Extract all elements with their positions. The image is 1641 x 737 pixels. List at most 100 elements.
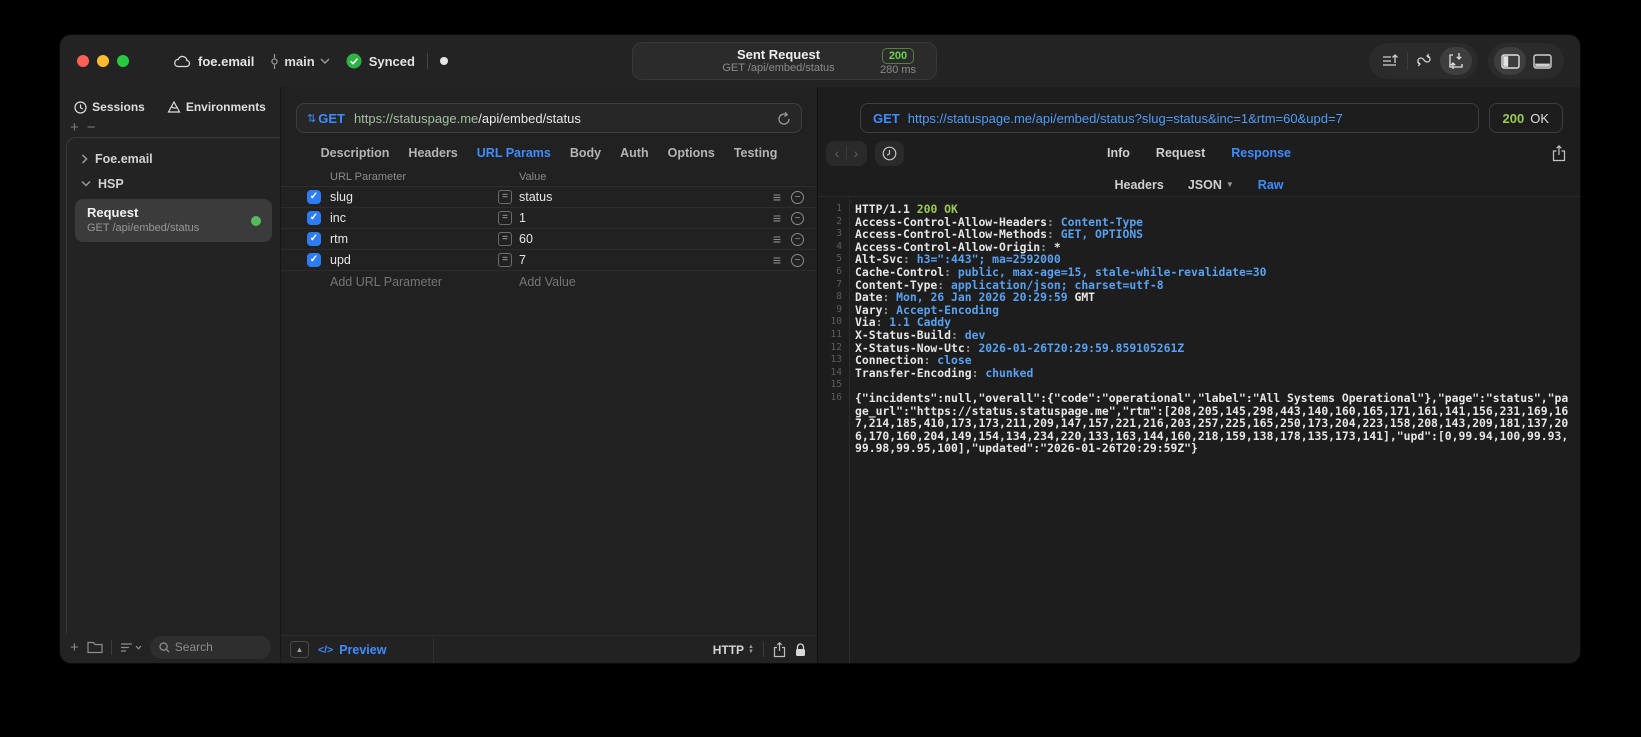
param-name-input[interactable]: slug [330, 190, 353, 204]
param-checkbox[interactable]: ✓ [307, 190, 321, 204]
tab-environments-label: Environments [185, 100, 266, 114]
new-request-button[interactable]: + [70, 640, 79, 655]
project-menu[interactable]: foe.email [173, 54, 254, 69]
sidebar-search[interactable] [149, 635, 271, 659]
param-value-input[interactable]: 60 [519, 232, 533, 246]
param-name-input[interactable]: upd [330, 253, 351, 267]
request-url-path[interactable]: /api/embed/status [478, 111, 581, 126]
history-icon [74, 100, 87, 114]
requests-list-button[interactable] [1375, 47, 1407, 75]
request-url-host[interactable]: https://statuspage.me [354, 111, 478, 126]
request-summary-pill[interactable]: Sent Request GET /api/embed/status 200 2… [632, 42, 937, 80]
response-panel: GET https://statuspage.me/api/embed/stat… [818, 87, 1580, 663]
response-line: 16 {"incidents":null,"overall":{"code":"o… [830, 390, 1569, 456]
preview-button[interactable]: </> Preview [318, 643, 386, 657]
param-value-input[interactable]: 7 [519, 253, 526, 267]
response-status-text: OK [1530, 110, 1549, 126]
params-header-row: URL Parameter Value [281, 171, 817, 187]
import-export-button[interactable] [1440, 47, 1472, 75]
remove-row-icon[interactable]: − [791, 232, 804, 246]
tab-environments[interactable]: Environments [167, 100, 266, 114]
method-stepper-icon[interactable]: ⇅ [307, 112, 316, 125]
tree-item-hsp[interactable]: HSP [67, 171, 280, 196]
add-param-value-placeholder[interactable]: Add Value [519, 275, 576, 289]
tab-headers[interactable]: Headers [408, 146, 457, 160]
response-subtab-headers[interactable]: Headers [1114, 178, 1163, 192]
response-subtab-json[interactable]: JSON ▼ [1188, 178, 1234, 192]
sent-request-url[interactable]: GET https://statuspage.me/api/embed/stat… [860, 103, 1479, 133]
branch-name: main [284, 53, 315, 69]
add-session-button[interactable]: + [70, 119, 87, 136]
param-row-inc: ✓ inc = 1 ≡ − [281, 208, 817, 229]
app-body: Sessions Environments +− Foe.email HSP R… [60, 87, 1580, 663]
close-window-button[interactable] [77, 55, 89, 67]
sidebar-left-icon [1500, 53, 1520, 69]
reload-icon[interactable] [777, 111, 791, 126]
cloud-icon [173, 55, 191, 68]
response-tab-info[interactable]: Info [1107, 146, 1130, 160]
response-subtab-raw[interactable]: Raw [1258, 178, 1284, 192]
param-value-input[interactable]: status [519, 190, 552, 204]
sent-url: https://statuspage.me/api/embed/status?s… [907, 110, 1343, 126]
code-icon: </> [318, 643, 334, 656]
sync-branches-button[interactable] [1408, 47, 1440, 75]
response-body[interactable]: 1 HTTP/1.1 200 OK 2 Access-Control-Allow-He… [818, 197, 1580, 663]
tab-body[interactable]: Body [570, 146, 601, 160]
sidebar-add-remove: +− [70, 119, 104, 136]
tab-auth[interactable]: Auth [620, 146, 648, 160]
url-params-table: URL Parameter Value ✓ slug = status ≡ − ✓ inc = 1… [281, 171, 817, 293]
request-summary-subtitle: GET /api/embed/status [722, 62, 835, 74]
tab-testing[interactable]: Testing [734, 146, 778, 160]
row-menu-icon[interactable]: ≡ [773, 189, 781, 205]
gutter-separator [849, 197, 850, 663]
request-url-bar[interactable]: ⇅ GET https://statuspage.me /api/embed/s… [296, 103, 802, 133]
minimize-window-button[interactable] [97, 55, 109, 67]
expand-panel-button[interactable]: ▲ [290, 641, 309, 658]
add-param-row[interactable]: Add URL Parameter Add Value [281, 271, 817, 293]
param-name-input[interactable]: inc [330, 211, 346, 225]
equals-icon: = [498, 190, 512, 204]
session-tree: Foe.email HSP Request GET /api/embed/sta… [66, 137, 280, 634]
tab-url-params[interactable]: URL Params [477, 146, 551, 160]
equals-icon: = [498, 211, 512, 225]
remove-session-button[interactable]: − [87, 119, 104, 136]
titlebar-toolbar [1369, 43, 1564, 79]
search-icon [159, 641, 170, 653]
branch-menu[interactable]: main [270, 53, 330, 69]
param-checkbox[interactable]: ✓ [307, 211, 321, 225]
response-subtabs: Headers JSON ▼ Raw [818, 173, 1580, 197]
row-menu-icon[interactable]: ≡ [773, 252, 781, 268]
remove-row-icon[interactable]: − [791, 253, 804, 267]
param-checkbox[interactable]: ✓ [307, 232, 321, 246]
tab-options[interactable]: Options [668, 146, 715, 160]
param-checkbox[interactable]: ✓ [307, 253, 321, 267]
share-icon[interactable] [773, 641, 786, 658]
protocol-selector[interactable]: HTTP ▲ ▼ [713, 643, 754, 657]
row-menu-icon[interactable]: ≡ [773, 231, 781, 247]
sent-method: GET [873, 110, 900, 126]
param-value-input[interactable]: 1 [519, 211, 526, 225]
toggle-sidebar-button[interactable] [1494, 47, 1526, 75]
zoom-window-button[interactable] [117, 55, 129, 67]
request-list-item[interactable]: Request GET /api/embed/status [75, 199, 272, 242]
chevron-right-icon [81, 153, 88, 164]
request-method[interactable]: GET [318, 111, 345, 126]
remove-row-icon[interactable]: − [791, 211, 804, 225]
new-folder-button[interactable] [87, 641, 103, 654]
tab-sessions[interactable]: Sessions [74, 100, 145, 114]
lock-icon[interactable] [795, 642, 806, 657]
search-input[interactable] [174, 640, 262, 654]
add-param-name-placeholder[interactable]: Add URL Parameter [330, 275, 442, 289]
tree-item-foe-email[interactable]: Foe.email [67, 146, 280, 171]
sync-status[interactable]: Synced [346, 53, 415, 69]
sort-filter-button[interactable] [120, 642, 142, 653]
footer-divider [433, 635, 435, 663]
row-menu-icon[interactable]: ≡ [773, 210, 781, 226]
response-tab-response[interactable]: Response [1231, 146, 1291, 160]
remove-row-icon[interactable]: − [791, 190, 804, 204]
equals-icon: = [498, 232, 512, 246]
tab-description[interactable]: Description [321, 146, 390, 160]
param-name-input[interactable]: rtm [330, 232, 348, 246]
toggle-bottom-panel-button[interactable] [1526, 47, 1558, 75]
response-tab-request[interactable]: Request [1156, 146, 1205, 160]
